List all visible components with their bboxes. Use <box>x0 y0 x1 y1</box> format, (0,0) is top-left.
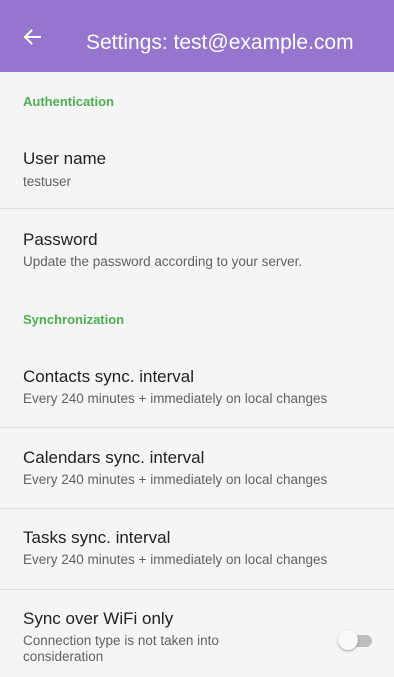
pref-calendars-sync-interval[interactable]: Calendars sync. interval Every 240 minut… <box>0 428 394 508</box>
pref-wifi-title: Sync over WiFi only <box>23 609 174 628</box>
pref-wifi-summary-line1: Connection type is not taken into <box>23 633 219 648</box>
pref-password-summary: Update the password according to your se… <box>23 254 303 269</box>
wifi-only-toggle[interactable] <box>338 630 374 650</box>
pref-tasks-title: Tasks sync. interval <box>23 528 171 547</box>
pref-username[interactable]: User name testuser <box>0 134 394 208</box>
app-bar: Settings: test@example.com <box>0 0 394 72</box>
pref-calendars-title: Calendars sync. interval <box>23 448 205 467</box>
pref-username-title: User name <box>23 149 107 168</box>
pref-contacts-sync-interval[interactable]: Contacts sync. interval Every 240 minute… <box>0 347 394 427</box>
pref-tasks-sync-interval[interactable]: Tasks sync. interval Every 240 minutes +… <box>0 509 394 589</box>
pref-sync-wifi-only[interactable]: Sync over WiFi only Connection type is n… <box>0 590 394 677</box>
pref-contacts-summary: Every 240 minutes + immediately on local… <box>23 391 328 406</box>
section-header-authentication: Authentication <box>23 94 114 109</box>
pref-password-title: Password <box>23 230 98 249</box>
pref-contacts-title: Contacts sync. interval <box>23 367 195 386</box>
pref-wifi-summary-line2: consideration <box>23 649 104 664</box>
pref-password[interactable]: Password Update the password according t… <box>0 209 394 281</box>
page-title: Settings: test@example.com <box>86 31 354 54</box>
settings-list: Authentication User name testuser Passwo… <box>0 72 394 677</box>
arrow-back-icon <box>23 29 41 45</box>
toggle-thumb <box>338 630 358 650</box>
pref-calendars-summary: Every 240 minutes + immediately on local… <box>23 472 328 487</box>
pref-tasks-summary: Every 240 minutes + immediately on local… <box>23 552 328 567</box>
section-header-synchronization: Synchronization <box>23 312 125 327</box>
back-button[interactable] <box>20 26 44 48</box>
pref-username-summary: testuser <box>23 174 72 189</box>
